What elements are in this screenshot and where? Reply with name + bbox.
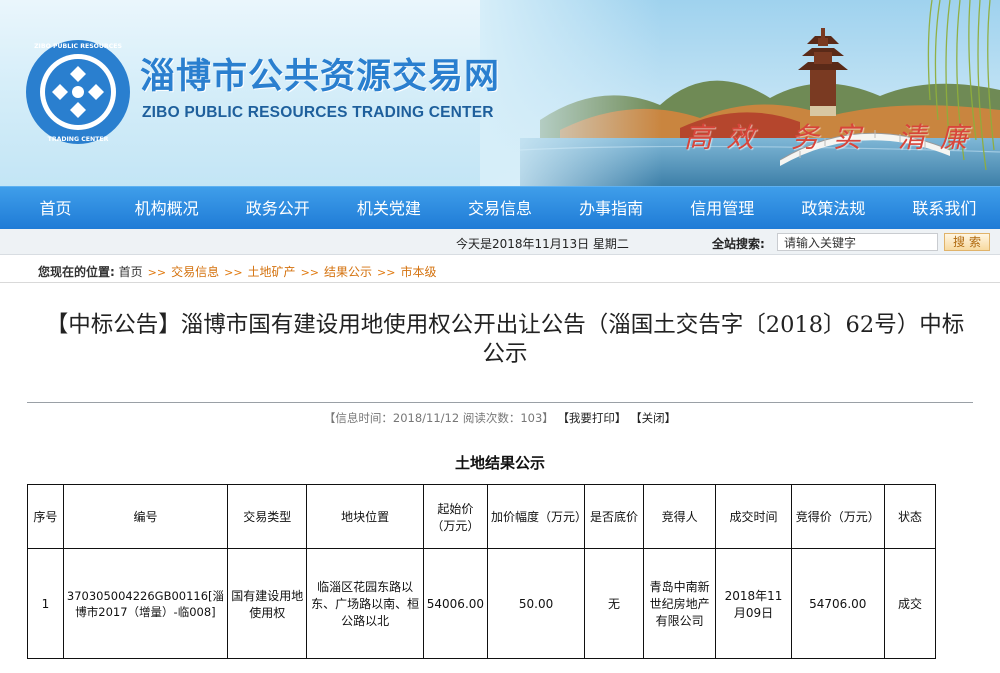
header-reserve: 是否底价	[584, 484, 645, 549]
site-motto: 高效 务实 清廉	[684, 121, 982, 154]
nav-item-credit[interactable]: 信用管理	[667, 187, 778, 229]
header-winner: 竞得人	[643, 484, 717, 549]
site-logo[interactable]: ZIBO PUBLIC RESOURCES TRADING CENTER	[24, 38, 132, 146]
info-bar: 今天是2018年11月13日 星期二 全站搜索: 搜索	[0, 229, 1000, 255]
banner-scenery	[480, 0, 1000, 186]
svg-text:ZIBO PUBLIC RESOURCES: ZIBO PUBLIC RESOURCES	[34, 43, 122, 50]
cell-winner: 青岛中南新世纪房地产有限公司	[643, 548, 717, 659]
breadcrumb-land-mineral[interactable]: 土地矿产	[248, 265, 296, 279]
cell-code: 370305004226GB00116[淄博市2017（增量）-临008]	[62, 548, 229, 659]
table-row: 1 370305004226GB00116[淄博市2017（增量）-临008] …	[27, 548, 937, 659]
header-location: 地块位置	[306, 484, 424, 549]
header-increment: 加价幅度（万元）	[487, 484, 587, 549]
cell-final-price: 54706.00	[790, 548, 885, 659]
nav-item-trade-info[interactable]: 交易信息	[444, 187, 555, 229]
main-nav: 首页 机构概况 政务公开 机关党建 交易信息 办事指南 信用管理 政策法规 联系…	[0, 186, 1000, 229]
breadcrumb-home[interactable]: 首页	[119, 265, 143, 279]
header-trade-type: 交易类型	[227, 484, 308, 549]
breadcrumb-separator-icon: >>	[300, 266, 319, 279]
nav-item-about[interactable]: 机构概况	[111, 187, 222, 229]
svg-text:TRADING CENTER: TRADING CENTER	[48, 136, 109, 143]
header-final-price: 竞得价（万元）	[790, 484, 885, 549]
nav-item-party[interactable]: 机关党建	[333, 187, 444, 229]
result-table: 序号 编号 交易类型 地块位置 起始价（万元） 加价幅度（万元） 是否底价 竞得…	[27, 484, 937, 659]
print-link[interactable]: 【我要打印】	[557, 411, 626, 425]
header-start-price: 起始价（万元）	[422, 484, 489, 549]
breadcrumb-result-notice[interactable]: 结果公示	[324, 265, 372, 279]
breadcrumb-city-level[interactable]: 市本级	[400, 265, 436, 279]
nav-item-home[interactable]: 首页	[0, 187, 111, 229]
header-status: 状态	[883, 484, 937, 549]
site-subtitle: ZIBO PUBLIC RESOURCES TRADING CENTER	[142, 104, 494, 121]
nav-item-guide[interactable]: 办事指南	[556, 187, 667, 229]
cell-start-price: 54006.00	[422, 548, 489, 659]
site-banner: ZIBO PUBLIC RESOURCES TRADING CENTER 淄博市…	[0, 0, 1000, 186]
search-input[interactable]	[777, 233, 938, 251]
cell-increment: 50.00	[487, 548, 586, 659]
breadcrumb-lead: 您现在的位置:	[38, 265, 115, 279]
header-index: 序号	[27, 484, 64, 549]
header-code: 编号	[62, 484, 229, 549]
breadcrumb-separator-icon: >>	[147, 266, 167, 279]
nav-item-gov-affairs[interactable]: 政务公开	[222, 187, 333, 229]
cell-trade-type: 国有建设用地使用权	[227, 548, 308, 659]
breadcrumb-separator-icon: >>	[377, 266, 396, 279]
article-meta: 【信息时间：2018/11/12 阅读次数：103】 【我要打印】 【关闭】	[0, 410, 1000, 426]
cell-reserve: 无	[584, 548, 645, 659]
breadcrumb-separator-icon: >>	[224, 266, 243, 279]
title-divider	[27, 402, 973, 403]
cell-deal-time: 2018年11月09日	[715, 548, 792, 659]
info-time: 【信息时间：2018/11/12 阅读次数：103】	[323, 411, 554, 425]
header-deal-time: 成交时间	[715, 484, 792, 549]
breadcrumb: 您现在的位置: 首页 >> 交易信息 >> 土地矿产 >> 结果公示 >> 市本级	[0, 261, 1000, 283]
today-date: 今天是2018年11月13日 星期二	[456, 237, 629, 251]
site-title: 淄博市公共资源交易网	[140, 57, 501, 97]
search-button[interactable]: 搜索	[944, 233, 990, 251]
table-header-row: 序号 编号 交易类型 地块位置 起始价（万元） 加价幅度（万元） 是否底价 竞得…	[27, 484, 937, 549]
table-title: 土地结果公示	[454, 454, 545, 472]
cell-location: 临淄区花园东路以东、广场路以南、桓公路以北	[306, 548, 424, 659]
search-label: 全站搜索:	[712, 237, 765, 251]
nav-item-policy[interactable]: 政策法规	[778, 187, 889, 229]
nav-item-contact[interactable]: 联系我们	[889, 187, 1000, 229]
cell-status: 成交	[883, 548, 937, 659]
close-link[interactable]: 【关闭】	[630, 411, 676, 425]
cell-index: 1	[27, 548, 64, 659]
breadcrumb-trade-info[interactable]: 交易信息	[171, 265, 219, 279]
article-title: 【中标公告】淄博市国有建设用地使用权公开出让公告（淄国土交告字〔2018〕62号…	[45, 312, 965, 367]
